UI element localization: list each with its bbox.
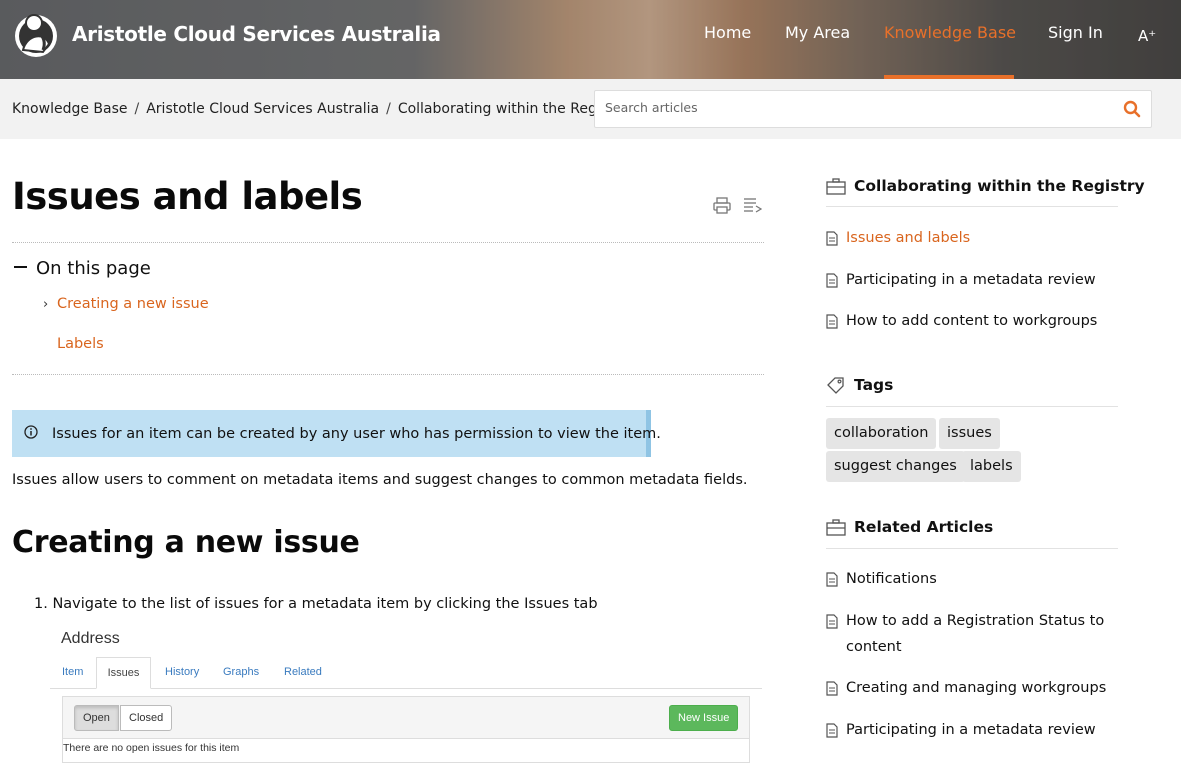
document-icon (826, 614, 838, 629)
breadcrumb-separator: / (386, 101, 391, 117)
document-icon (826, 572, 838, 587)
sidebar-collection-heading[interactable]: Collaborating within the Registry (854, 177, 1145, 195)
print-icon[interactable] (712, 195, 732, 215)
breadcrumb-item[interactable]: Knowledge Base (12, 101, 128, 117)
related-item-registration-status[interactable]: How to add a Registration Status to cont… (846, 608, 1116, 660)
sidebar-tags-heading: Tags (854, 376, 894, 394)
nav-sign-in[interactable]: Sign In (1048, 23, 1103, 42)
tag-suggest-changes[interactable]: suggest changes (826, 451, 965, 482)
screenshot-tab-item: Item (62, 666, 84, 678)
breadcrumb-separator: / (134, 101, 140, 117)
search-icon[interactable] (1123, 100, 1141, 118)
nav-home[interactable]: Home (704, 23, 751, 42)
issues-tab-screenshot: Address Item Issues History Graphs Relat… (50, 622, 764, 767)
screenshot-new-issue-button: New Issue (669, 705, 739, 731)
site-logo-icon[interactable] (13, 10, 59, 60)
screenshot-closed-button: Closed (120, 705, 173, 731)
screenshot-tab-issues: Issues (96, 657, 151, 689)
screenshot-tab-history: History (165, 666, 200, 678)
chevron-right-icon[interactable]: › (43, 297, 48, 312)
related-item-creating-and-managing-workgroups[interactable]: Creating and managing workgroups (846, 675, 1106, 701)
site-brand[interactable]: Aristotle Cloud Services Australia (72, 22, 441, 46)
tabs-divider (50, 688, 762, 689)
document-icon (826, 314, 838, 329)
related-item-participating-in-a-metadata-review[interactable]: Participating in a metadata review (846, 717, 1096, 743)
document-icon (826, 273, 838, 288)
tag-labels[interactable]: labels (962, 451, 1021, 482)
document-icon (826, 681, 838, 696)
document-icon (826, 231, 838, 246)
divider (826, 548, 1118, 549)
breadcrumb: Knowledge Base / Aristotle Cloud Services … (12, 101, 628, 117)
accessibility-text-size-icon[interactable]: A⁺ (1138, 27, 1156, 45)
search-box (594, 90, 1152, 128)
toc-link-creating-a-new-issue[interactable]: Creating a new issue (57, 296, 209, 312)
briefcase-icon (826, 178, 846, 195)
notice-text: Issues for an item can be created by any… (52, 426, 661, 442)
screenshot-item-title: Address (61, 630, 120, 647)
search-input[interactable] (605, 100, 1105, 115)
info-icon (24, 425, 38, 439)
briefcase-icon (826, 519, 846, 536)
screenshot-empty-text: There are no open issues for this item (63, 742, 240, 754)
export-list-icon[interactable] (742, 195, 762, 215)
toc-heading[interactable]: On this page (14, 258, 151, 279)
tag-collaboration[interactable]: collaboration (826, 418, 937, 449)
screenshot-tab-related: Related (284, 666, 322, 678)
section-heading-creating-a-new-issue: Creating a new issue (12, 525, 360, 560)
page-title: Issues and labels (12, 175, 363, 218)
document-icon (826, 723, 838, 738)
divider (12, 374, 764, 375)
related-item-notifications[interactable]: Notifications (846, 566, 937, 592)
sidebar-item-participating-in-a-metadata-review[interactable]: Participating in a metadata review (846, 267, 1096, 293)
breadcrumb-item[interactable]: Aristotle Cloud Services Australia (146, 101, 379, 117)
screenshot-tab-graphs: Graphs (223, 666, 260, 678)
sidebar-item-issues-and-labels[interactable]: Issues and labels (846, 225, 970, 251)
screenshot-open-button: Open (74, 705, 119, 731)
divider (826, 206, 1118, 207)
tag-icon (827, 377, 844, 394)
toc-heading-label: On this page (36, 258, 151, 279)
intro-paragraph: Issues allow users to comment on metadat… (12, 472, 748, 488)
toc-link-labels[interactable]: Labels (57, 336, 104, 352)
screenshot-issues-panel: Open Closed New Issue There are no open … (62, 696, 750, 763)
screenshot-panel-header: Open Closed New Issue (63, 697, 749, 739)
sidebar-related-heading: Related Articles (854, 518, 994, 536)
tag-issues[interactable]: issues (939, 418, 1000, 449)
nav-knowledge-base[interactable]: Knowledge Base (884, 23, 1016, 42)
divider (826, 406, 1118, 407)
collapse-icon[interactable] (14, 266, 27, 268)
divider (12, 242, 764, 243)
list-item: 1. Navigate to the list of issues for a … (34, 596, 598, 612)
info-notice: Issues for an item can be created by any… (12, 410, 661, 457)
nav-my-area[interactable]: My Area (785, 23, 850, 42)
sidebar-item-how-to-add-content-to-workgroups[interactable]: How to add content to workgroups (846, 308, 1097, 334)
